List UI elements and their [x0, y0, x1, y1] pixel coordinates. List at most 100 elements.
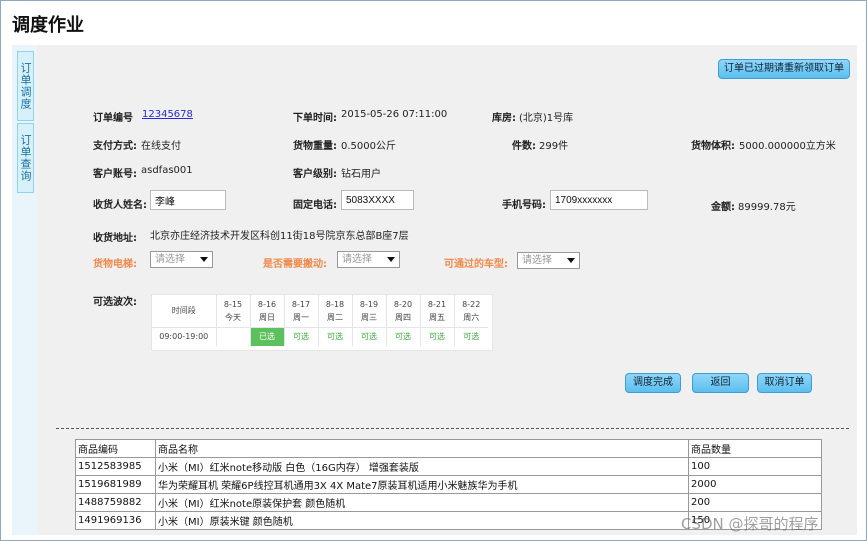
product-name: 小米（MI）原装米键 颜色随机 [155, 511, 689, 530]
waves-label: 可选波次: [93, 297, 137, 308]
carry-select-value: 请选择 [342, 254, 372, 265]
wave-cell-available[interactable]: 可选 [284, 327, 319, 346]
vehicle-select[interactable]: 请选择 [517, 252, 580, 269]
pieces-label: 件数: [512, 141, 536, 152]
wave-day-header: 8-22 周六 [454, 295, 488, 328]
chevron-down-icon [200, 257, 208, 262]
wave-day-header: 8-19 周三 [352, 295, 387, 328]
wave-day-header: 8-16 周日 [250, 295, 285, 328]
product-quantity: 100 [688, 457, 822, 476]
wave-cell-available[interactable]: 可选 [420, 327, 455, 346]
product-quantity: 200 [688, 493, 822, 512]
product-code: 1488759882 [75, 493, 156, 512]
table-header-row: 商品编码 商品名称 商品数量 [75, 439, 822, 458]
weight-label: 货物重量: [293, 141, 337, 152]
vehicle-label: 可通过的车型: [444, 259, 508, 270]
wave-date: 8-15 [223, 299, 243, 309]
wave-weekday: 周一 [293, 312, 309, 322]
cancel-order-button[interactable]: 取消订单 [757, 373, 812, 393]
warehouse-label: 库房: [492, 113, 516, 124]
delivery-wave-grid: 时间段 8-15 今天 8-16 周日 8-17 周一 8-18 周二 8-19 周三 8… [151, 294, 493, 351]
wave-day-header: 8-17 周一 [284, 295, 319, 328]
account-value: asdfas001 [141, 165, 193, 176]
address-label: 收货地址: [93, 233, 137, 244]
table-row: 1488759882 小米（MI）红米note原装保护套 颜色随机 200 [75, 493, 822, 512]
order-number-link[interactable]: 12345678 [142, 109, 193, 120]
wave-weekday: 周六 [463, 312, 480, 322]
pieces-value: 299件 [539, 141, 569, 152]
table-row: 1519681989 华为荣耀耳机 荣耀6P线控耳机通用3X 4X Mate7原… [75, 475, 822, 494]
weight-value: 0.5000公斤 [341, 141, 396, 152]
product-name: 小米（MI）红米note移动版 白色（16G内存） 增强套装版 [155, 457, 689, 476]
product-code: 1512583985 [75, 457, 156, 476]
volume-label: 货物体积: [691, 141, 735, 152]
product-quantity: 2000 [688, 475, 822, 494]
wave-slot-time: 09:00-19:00 [152, 327, 217, 346]
wave-day-header: 8-20 周四 [386, 295, 421, 328]
account-label: 客户账号: [93, 169, 137, 180]
amount-label: 金额: [711, 202, 735, 213]
landline-input[interactable] [341, 190, 414, 210]
payment-label: 支付方式: [93, 141, 137, 152]
customer-level-value: 钻石用户 [341, 169, 381, 180]
product-name: 小米（MI）红米note原装保护套 颜色随机 [155, 493, 689, 512]
column-header: 商品编码 [75, 439, 156, 458]
wave-weekday: 今天 [225, 312, 241, 322]
order-time-label: 下单时间: [293, 113, 337, 124]
address-value: 北京亦庄经济技术开发区科创11街18号院京东总部B座7层 [150, 231, 409, 242]
column-header: 商品数量 [688, 439, 822, 458]
sidebar-tab-order-dispatch[interactable]: 订单调度 [17, 51, 34, 121]
app-window: 调度作业 订单调度 订单查询 订单已过期请重新领取订单 订单编号 1234567… [0, 0, 867, 541]
wave-weekday: 周二 [327, 312, 343, 322]
wave-cell-selected[interactable]: 已选 [250, 327, 285, 346]
carry-label: 是否需要搬动: [263, 259, 327, 270]
volume-value: 5000.000000立方米 [739, 141, 836, 152]
warehouse-value: (北京)1号库 [519, 113, 574, 124]
carry-select[interactable]: 请选择 [337, 251, 400, 268]
wave-weekday: 周日 [259, 312, 275, 322]
wave-date: 8-20 [393, 299, 413, 309]
amount-value: 89999.78元 [738, 202, 796, 213]
sidebar-tab-order-query[interactable]: 订单查询 [17, 123, 34, 193]
wave-day-header: 8-18 周二 [318, 295, 353, 328]
chevron-down-icon [387, 257, 395, 262]
product-name: 华为荣耀耳机 荣耀6P线控耳机通用3X 4X Mate7原装耳机适用小米魅族华为… [155, 475, 689, 494]
product-code: 1491969136 [75, 511, 156, 530]
vehicle-select-value: 请选择 [522, 255, 552, 266]
customer-level-label: 客户级别: [293, 169, 337, 180]
wave-cell-available[interactable]: 可选 [352, 327, 387, 346]
wave-weekday: 周三 [361, 312, 377, 322]
wave-date: 8-21 [427, 299, 447, 309]
payment-value: 在线支付 [141, 141, 181, 152]
elevator-label: 货物电梯: [93, 259, 137, 270]
column-header: 商品名称 [155, 439, 689, 458]
wave-day-header: 8-21 周五 [420, 295, 455, 328]
wave-cell-available[interactable]: 可选 [386, 327, 421, 346]
wave-cell-empty [216, 327, 251, 346]
wave-cell-available[interactable]: 可选 [454, 327, 488, 346]
watermark: CSDN @探哥的程序 [681, 515, 819, 533]
dispatch-complete-button[interactable]: 调度完成 [625, 373, 681, 393]
mobile-label: 手机号码: [502, 200, 546, 211]
receiver-name-input[interactable] [150, 190, 226, 210]
reclaim-order-button[interactable]: 订单已过期请重新领取订单 [718, 59, 850, 79]
order-time-value: 2015-05-26 07:11:00 [341, 109, 448, 120]
period-header: 时间段 [152, 295, 217, 328]
mobile-input[interactable] [550, 190, 648, 210]
section-divider [56, 428, 849, 429]
elevator-select[interactable]: 请选择 [150, 251, 213, 268]
back-button[interactable]: 返回 [692, 373, 749, 393]
wave-date: 8-19 [359, 299, 379, 309]
table-row: 1512583985 小米（MI）红米note移动版 白色（16G内存） 增强套… [75, 457, 822, 476]
landline-label: 固定电话: [293, 200, 337, 211]
wave-date: 8-18 [325, 299, 345, 309]
wave-weekday: 周五 [429, 312, 445, 322]
wave-date: 8-22 [462, 299, 481, 309]
chevron-down-icon [567, 258, 575, 263]
sidebar: 订单调度 订单查询 [12, 45, 38, 535]
wave-cell-available[interactable]: 可选 [318, 327, 353, 346]
wave-day-header: 8-15 今天 [216, 295, 251, 328]
receiver-name-label: 收货人姓名: [93, 200, 147, 211]
wave-weekday: 周四 [395, 312, 411, 322]
wave-date: 8-17 [291, 299, 311, 309]
